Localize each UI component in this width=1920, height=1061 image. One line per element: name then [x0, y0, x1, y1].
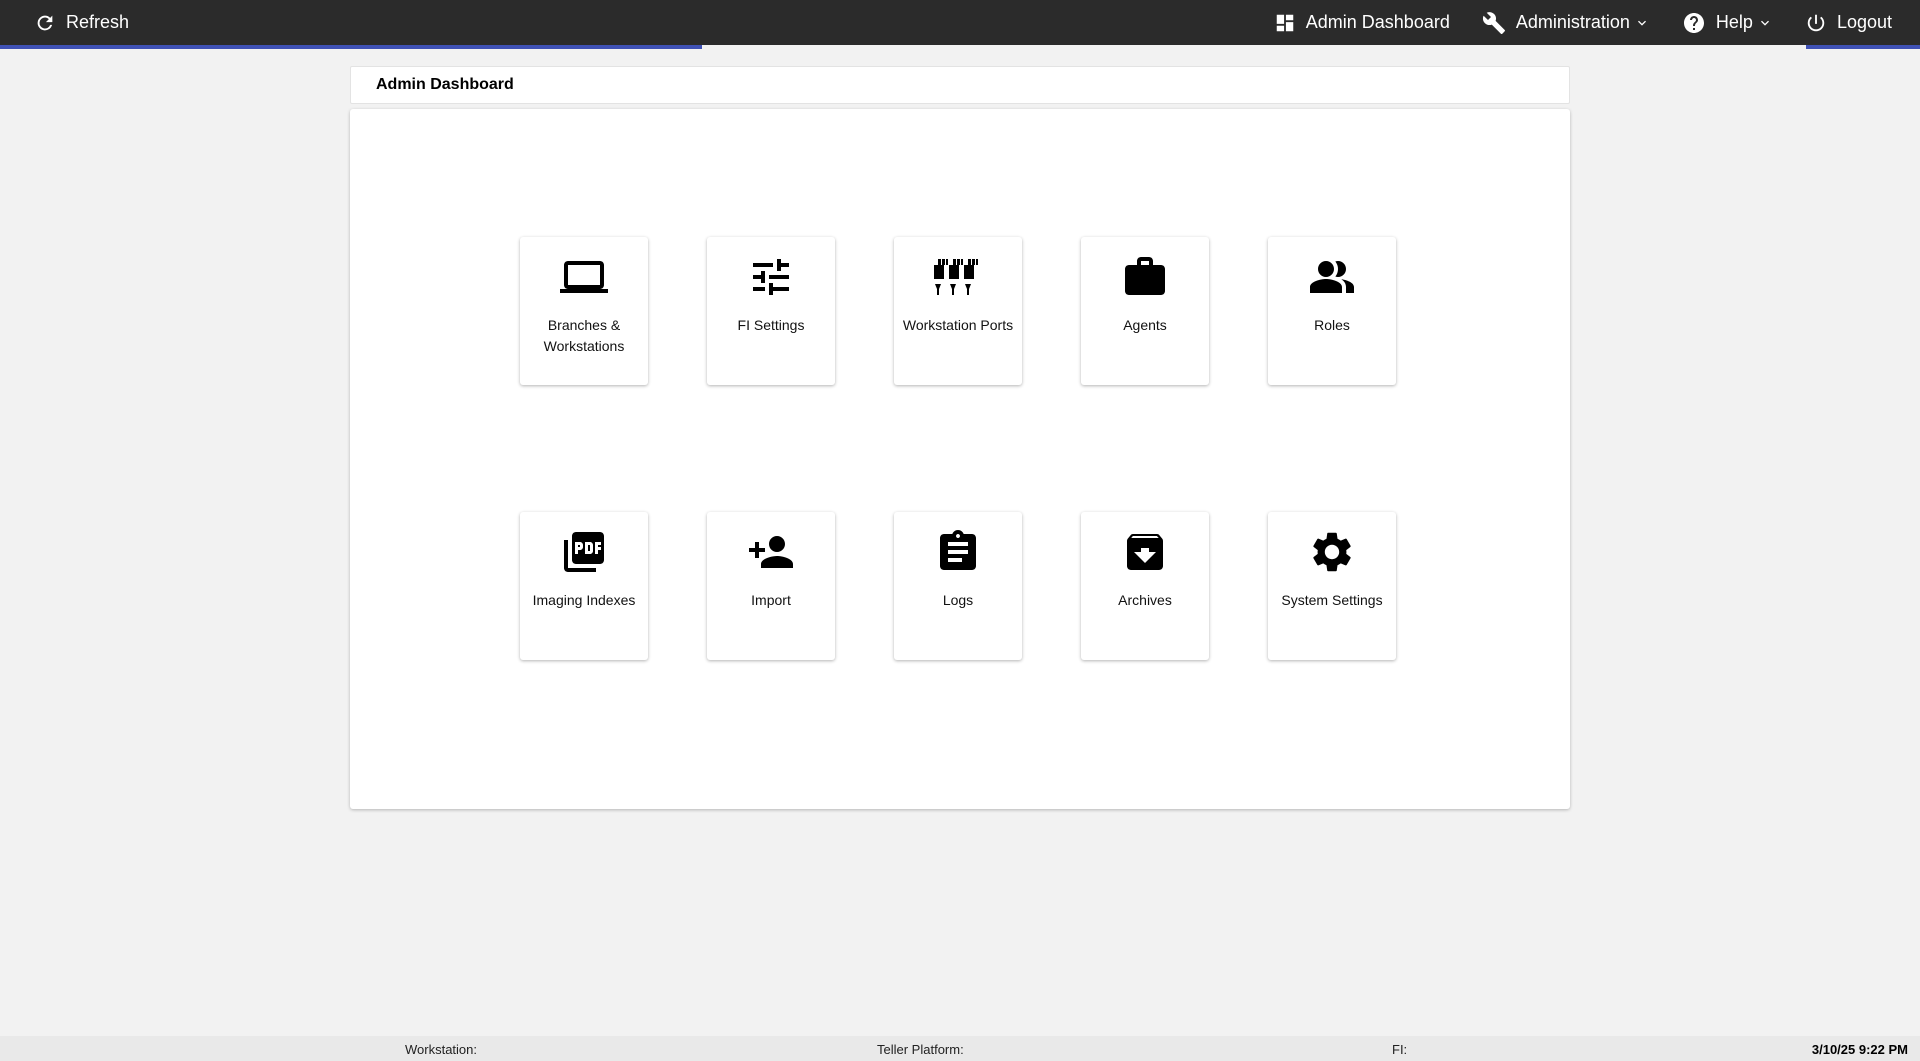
- workstation-status: Workstation:: [405, 1042, 478, 1057]
- tile-logs[interactable]: Logs: [894, 512, 1022, 660]
- tile-label: Workstation Ports: [902, 317, 1014, 333]
- tile-agents[interactable]: Agents: [1081, 237, 1209, 385]
- administration-menu-button[interactable]: Administration: [1472, 0, 1660, 45]
- help-icon: [1683, 12, 1704, 33]
- fi-status: FI:: [1392, 1042, 1408, 1057]
- tile-imaging-indexes[interactable]: Imaging Indexes: [520, 512, 648, 660]
- pdf-icon: [560, 528, 608, 576]
- tile-label: Imaging Indexes: [532, 592, 636, 608]
- dashboard-icon: [1276, 14, 1294, 31]
- tune-icon: [747, 253, 795, 301]
- help-label: Help: [1715, 12, 1753, 32]
- page-title-card: Admin Dashboard: [350, 66, 1570, 104]
- tile-workstation-ports[interactable]: Workstation Ports: [894, 237, 1022, 385]
- tile-grid: Branches & Workstations FI Settings Work…: [520, 237, 1396, 660]
- teller-platform-status: Teller Platform:: [877, 1042, 964, 1057]
- people-icon: [1308, 253, 1356, 301]
- ports-icon: [934, 253, 982, 301]
- tile-label: Logs: [942, 592, 974, 608]
- refresh-label: Refresh: [66, 12, 130, 32]
- logout-label: Logout: [1836, 12, 1892, 32]
- refresh-button[interactable]: Refresh: [24, 0, 139, 45]
- clipboard-icon: [934, 528, 982, 576]
- admin-dashboard-label: Admin Dashboard: [1305, 12, 1450, 32]
- tile-label: Roles: [1314, 317, 1350, 333]
- accent-bar-left: [0, 45, 702, 49]
- help-menu-button[interactable]: Help: [1672, 0, 1783, 45]
- briefcase-icon: [1121, 253, 1169, 301]
- top-navigation-bar: Refresh Admin Dashboard Administration H…: [0, 0, 1920, 45]
- tile-label: FI Settings: [737, 317, 805, 333]
- refresh-icon: [37, 15, 53, 30]
- tile-label: Archives: [1118, 592, 1172, 608]
- administration-label: Administration: [1515, 12, 1630, 32]
- accent-bar-right: [1806, 45, 1920, 49]
- laptop-icon: [560, 253, 608, 301]
- tile-system-settings[interactable]: System Settings: [1268, 512, 1396, 660]
- archive-icon: [1121, 528, 1169, 576]
- dashboard-panel: Branches & Workstations FI Settings Work…: [350, 109, 1570, 809]
- tile-branches-workstations[interactable]: Branches & Workstations: [520, 237, 648, 385]
- chevron-down-icon: [1760, 20, 1769, 26]
- tile-label: Agents: [1123, 317, 1167, 333]
- gear-icon: [1308, 528, 1356, 576]
- datetime-display: 3/10/25 9:22 PM: [1811, 1042, 1908, 1057]
- page-title: Admin Dashboard: [376, 76, 514, 93]
- tile-fi-settings[interactable]: FI Settings: [707, 237, 835, 385]
- power-icon: [1807, 14, 1825, 31]
- logout-button[interactable]: Logout: [1795, 0, 1902, 45]
- tile-roles[interactable]: Roles: [1268, 237, 1396, 385]
- tile-archives[interactable]: Archives: [1081, 512, 1209, 660]
- tile-import[interactable]: Import: [707, 512, 835, 660]
- status-bar: Workstation: Teller Platform: FI: 3/10/2…: [0, 1036, 1920, 1061]
- tile-label: Import: [751, 592, 791, 608]
- person-add-icon: [747, 528, 795, 576]
- tile-label: System Settings: [1281, 592, 1383, 608]
- wrench-icon: [1482, 11, 1505, 34]
- admin-dashboard-button[interactable]: Admin Dashboard: [1264, 0, 1460, 45]
- chevron-down-icon: [1637, 20, 1646, 26]
- tile-label: Branches & Workstations: [543, 317, 625, 354]
